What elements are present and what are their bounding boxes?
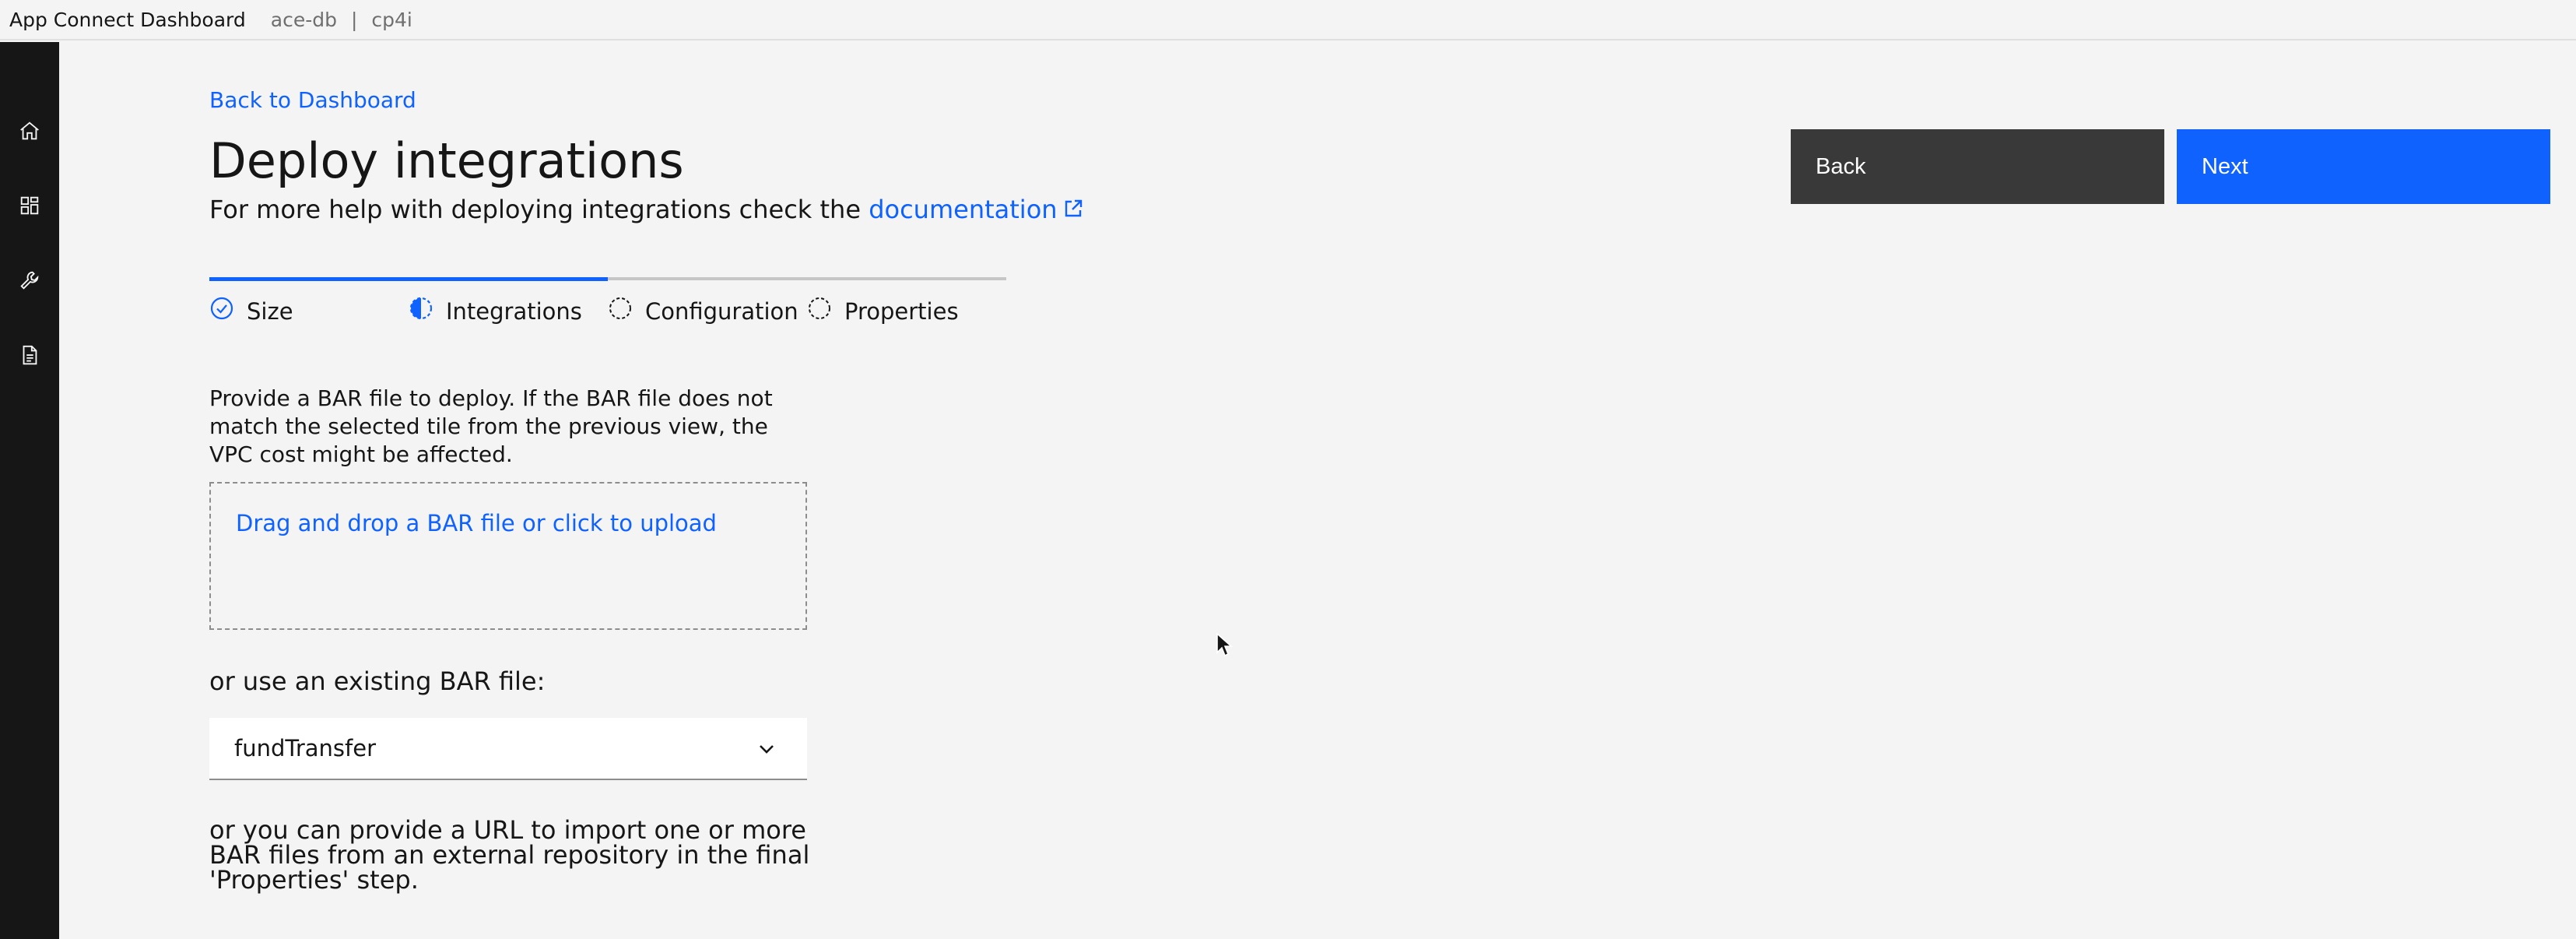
step-size[interactable]: Size	[209, 296, 293, 326]
nav-documents[interactable]	[0, 327, 59, 386]
dashed-circle-icon	[807, 296, 844, 326]
step-configuration[interactable]: Configuration	[608, 296, 798, 326]
external-link-icon	[1062, 196, 1084, 226]
existing-bar-select[interactable]: fundTransfer	[209, 718, 807, 780]
next-button[interactable]: Next	[2177, 129, 2550, 204]
home-icon	[18, 119, 41, 146]
step-label: Integrations	[446, 297, 582, 325]
dashed-circle-icon	[608, 296, 645, 326]
existing-bar-label: or use an existing BAR file:	[209, 666, 546, 696]
document-icon	[18, 343, 41, 370]
back-to-dashboard-link[interactable]: Back to Dashboard	[209, 87, 416, 113]
subtitle-text: For more help with deploying integration…	[209, 195, 869, 224]
progress-fill	[209, 277, 608, 281]
url-import-note: or you can provide a URL to import one o…	[209, 815, 810, 895]
context-namespace: ace-db	[270, 8, 337, 31]
context-instance: cp4i	[371, 8, 412, 31]
select-value: fundTransfer	[234, 735, 376, 761]
dashboard-icon	[18, 194, 41, 220]
page-subtitle: For more help with deploying integration…	[209, 195, 1084, 226]
step-properties[interactable]: Properties	[807, 296, 959, 326]
upload-description: Provide a BAR file to deploy. If the BAR…	[209, 385, 773, 467]
chevron-down-icon	[756, 738, 777, 763]
step-label: Size	[247, 297, 293, 325]
nav-home[interactable]	[0, 103, 59, 162]
step-label: Properties	[844, 297, 959, 325]
mouse-pointer-icon	[1216, 632, 1234, 660]
half-circle-icon	[409, 296, 446, 326]
context-separator: |	[350, 8, 358, 31]
nav-tools[interactable]	[0, 252, 59, 311]
documentation-link[interactable]: documentation	[869, 195, 1083, 224]
side-nav	[0, 42, 59, 939]
documentation-link-label: documentation	[869, 195, 1058, 224]
page-title: Deploy integrations	[209, 132, 684, 189]
progress-indicator: Size Integrations Configuration Properti…	[209, 277, 1006, 347]
back-button[interactable]: Back	[1791, 129, 2164, 204]
wrench-icon	[18, 269, 41, 295]
step-integrations[interactable]: Integrations	[409, 296, 582, 326]
nav-dashboard[interactable]	[0, 178, 59, 237]
app-name[interactable]: App Connect Dashboard	[9, 9, 246, 31]
bar-file-dropzone[interactable]: Drag and drop a BAR file or click to upl…	[209, 482, 807, 630]
top-header: App Connect Dashboard ace-db | cp4i	[0, 0, 2576, 40]
dropzone-label: Drag and drop a BAR file or click to upl…	[236, 510, 717, 536]
step-label: Configuration	[645, 297, 798, 325]
checkmark-circle-icon	[209, 296, 247, 326]
